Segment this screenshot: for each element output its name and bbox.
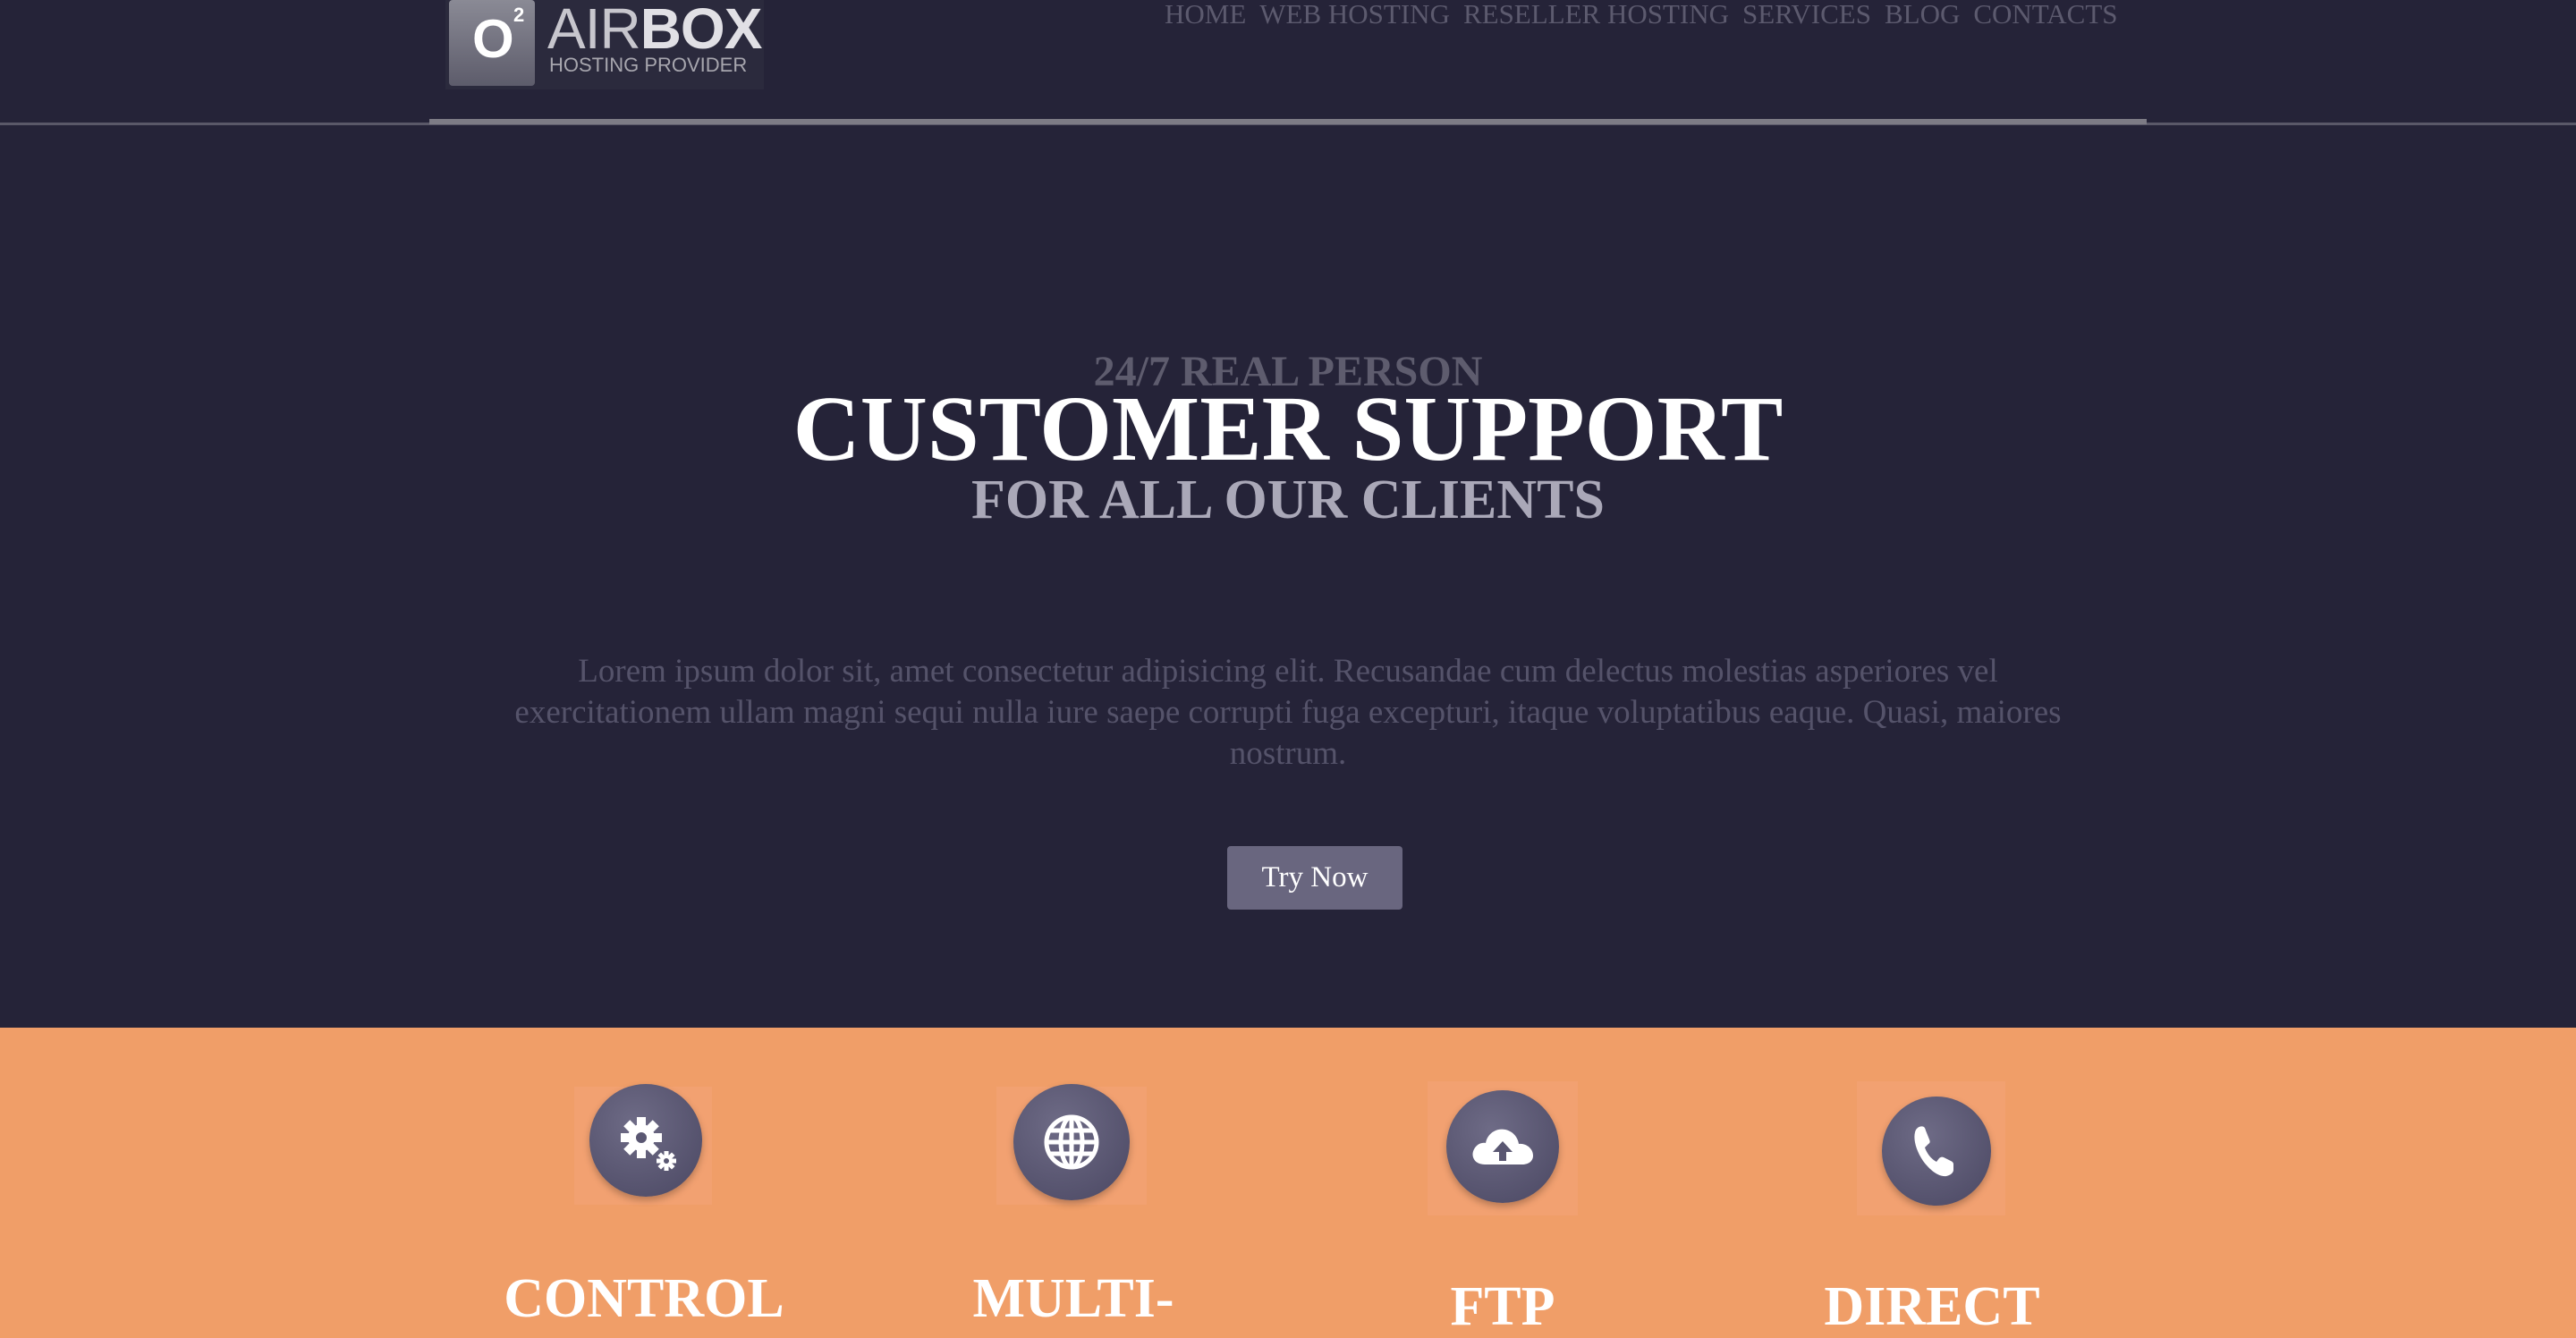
hero-description: Lorem ipsum dolor sit, amet consectetur …	[514, 653, 2062, 772]
nav-web-hosting[interactable]: WEB HOSTING	[1259, 0, 1450, 36]
phone-icon	[1882, 1097, 1991, 1206]
logo-name-bold: BOX	[640, 0, 763, 61]
logo-badge: O 2	[449, 0, 535, 86]
site-header: O 2 AIRBOX HOSTING PROVIDER HOME WEB HOS…	[0, 0, 2576, 125]
main-nav: HOME WEB HOSTING RESELLER HOSTING SERVIC…	[1165, 0, 2118, 36]
logo-name: AIRBOX	[547, 0, 762, 57]
try-now-button[interactable]: Try Now	[1227, 846, 1402, 910]
globe-icon	[1013, 1084, 1130, 1200]
nav-reseller-hosting[interactable]: RESELLER HOSTING	[1463, 0, 1729, 36]
feature-title: MULTI-	[972, 1268, 1174, 1329]
feature-title: CONTROL	[504, 1268, 784, 1329]
feature-title: DIRECT	[1824, 1276, 2040, 1337]
feature-title: FTP	[1450, 1276, 1555, 1337]
gears-icon	[589, 1084, 702, 1197]
features-section: CONTROL MULTI- FTP DIRECT	[0, 1028, 2576, 1338]
header-divider-highlight	[429, 119, 2147, 124]
logo-tagline: HOSTING PROVIDER	[549, 54, 748, 76]
airbox-logo[interactable]: O 2 AIRBOX HOSTING PROVIDER	[445, 0, 764, 89]
logo-name-light: AIR	[547, 0, 641, 61]
nav-home[interactable]: HOME	[1165, 0, 1246, 36]
logo-badge-superscript: 2	[513, 4, 525, 26]
nav-contacts[interactable]: CONTACTS	[1973, 0, 2117, 36]
nav-services[interactable]: SERVICES	[1742, 0, 1871, 36]
logo-badge-letter: O	[472, 9, 514, 69]
cloud-upload-icon	[1446, 1090, 1559, 1203]
nav-blog[interactable]: BLOG	[1885, 0, 1960, 36]
hero-subtitle: FOR ALL OUR CLIENTS	[970, 470, 1605, 530]
hero-title: CUSTOMER SUPPORT	[792, 377, 1784, 480]
